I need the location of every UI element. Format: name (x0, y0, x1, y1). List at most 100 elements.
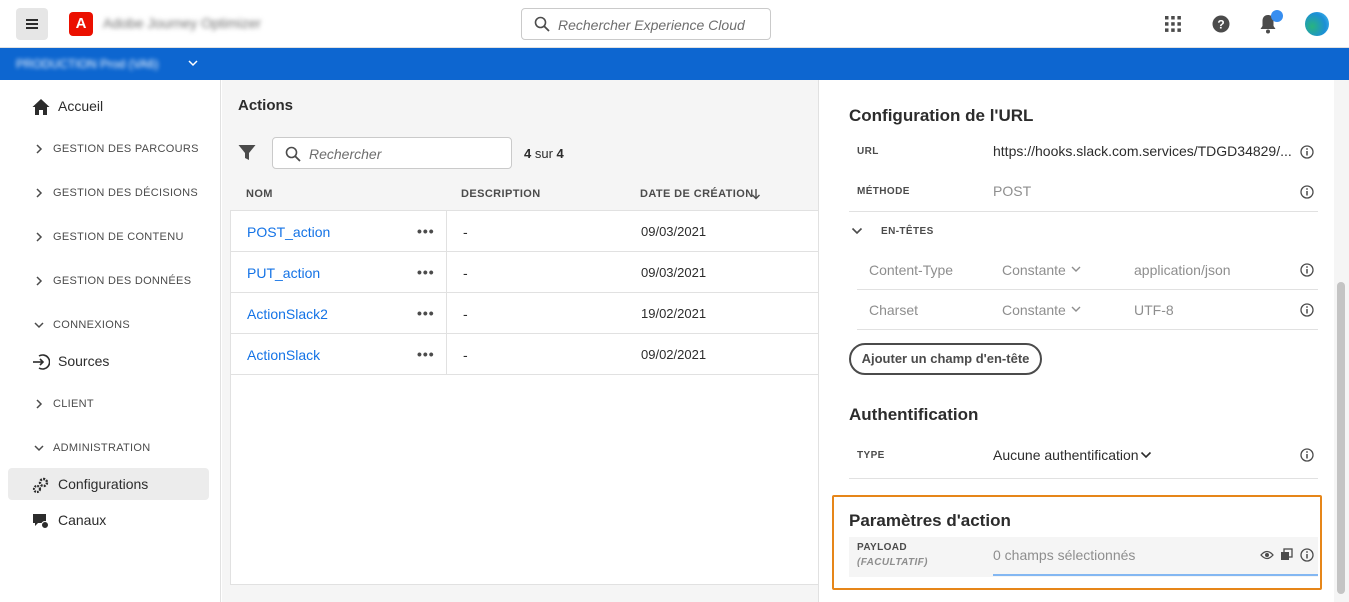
sidebar-section-label: GESTION DE CONTENU (53, 231, 184, 243)
info-icon[interactable] (1300, 448, 1314, 462)
chevron-down-icon[interactable] (1071, 264, 1081, 274)
column-header-name[interactable]: NOM (246, 188, 273, 200)
sidebar-section-customer[interactable]: CLIENT (8, 388, 209, 420)
method-label: MÉTHODE (857, 186, 910, 197)
method-field[interactable]: POST (993, 183, 1031, 199)
filter-icon[interactable] (238, 144, 256, 162)
table-row[interactable]: PUT_action ••• - 09/03/2021 (231, 252, 819, 293)
adobe-logo-icon[interactable]: A (69, 12, 93, 36)
action-created-date: 19/02/2021 (641, 306, 707, 321)
column-header-description[interactable]: DESCRIPTION (461, 188, 541, 200)
sidebar-section-content[interactable]: GESTION DE CONTENU (8, 221, 209, 253)
sandbox-switcher[interactable]: PRODUCTION Prod (VA6) (16, 57, 158, 71)
more-actions-icon[interactable]: ••• (417, 305, 435, 321)
chevron-right-icon (36, 399, 43, 409)
header-row: Charset Constante UTF-8 (857, 290, 1318, 330)
gears-icon (32, 477, 49, 494)
global-search-input[interactable]: Rechercher Experience Cloud (521, 8, 771, 40)
header-type-select[interactable]: Constante (1002, 262, 1066, 278)
header-type-select[interactable]: Constante (1002, 302, 1066, 318)
column-divider (446, 293, 447, 334)
url-config-heading: Configuration de l'URL (849, 106, 1034, 125)
panel-scrollbar-thumb[interactable] (1337, 282, 1345, 594)
action-name-link[interactable]: ActionSlack (247, 347, 320, 363)
auth-type-label: TYPE (857, 450, 885, 461)
action-description: - (463, 224, 468, 240)
actions-table: POST_action ••• - 09/03/2021 PUT_action … (230, 210, 819, 585)
add-header-button[interactable]: Ajouter un champ d'en-tête (849, 343, 1042, 375)
count-separator: sur (534, 146, 553, 161)
chevron-down-icon[interactable] (1071, 304, 1081, 314)
sources-icon (33, 354, 50, 370)
column-divider (446, 334, 447, 375)
more-actions-icon[interactable]: ••• (417, 223, 435, 239)
global-search-placeholder: Rechercher Experience Cloud (558, 17, 745, 33)
more-actions-icon[interactable]: ••• (417, 264, 435, 280)
table-row[interactable]: ActionSlack2 ••• - 19/02/2021 (231, 293, 819, 334)
chevron-right-icon (36, 144, 43, 154)
chevron-down-icon[interactable] (1140, 450, 1152, 460)
sidebar-section-label: GESTION DES DÉCISIONS (53, 187, 199, 199)
action-description: - (463, 347, 468, 363)
chevron-right-icon (36, 188, 43, 198)
headers-label[interactable]: EN-TÊTES (881, 226, 934, 237)
url-field[interactable]: https://hooks.slack.com.services/TDGD348… (993, 143, 1292, 159)
svg-text:?: ? (1217, 18, 1224, 32)
sidebar-section-label: CONNEXIONS (53, 319, 130, 331)
info-icon[interactable] (1300, 263, 1314, 277)
app-title[interactable]: Adobe Journey Optimizer (103, 15, 261, 31)
url-label: URL (857, 146, 879, 157)
sidebar-section-decisions[interactable]: GESTION DES DÉCISIONS (8, 177, 209, 209)
actions-search-input[interactable]: Rechercher (272, 137, 512, 169)
column-divider (446, 252, 447, 293)
header-row: Content-Type Constante application/json (857, 250, 1318, 290)
search-icon (534, 16, 550, 32)
action-created-date: 09/03/2021 (641, 224, 707, 239)
chevron-down-icon[interactable] (851, 226, 863, 236)
chevron-down-icon[interactable] (188, 58, 198, 68)
apps-grid-icon[interactable] (1165, 16, 1181, 32)
header-value[interactable]: application/json (1134, 262, 1231, 278)
info-icon[interactable] (1300, 145, 1314, 159)
top-bar: A Adobe Journey Optimizer Rechercher Exp… (0, 0, 1349, 48)
table-row[interactable]: POST_action ••• - 09/03/2021 (231, 211, 819, 252)
table-row[interactable]: ActionSlack ••• - 09/02/2021 (231, 334, 819, 375)
hamburger-icon (26, 23, 38, 25)
notification-badge (1271, 10, 1283, 22)
sidebar-section-data[interactable]: GESTION DES DONNÉES (8, 265, 209, 297)
count-shown: 4 (524, 146, 532, 161)
sidebar-section-label: CLIENT (53, 398, 94, 410)
action-name-link[interactable]: PUT_action (247, 265, 320, 281)
user-avatar[interactable] (1305, 12, 1329, 36)
help-icon[interactable]: ? (1212, 15, 1230, 33)
column-header-created[interactable]: DATE DE CRÉATION (640, 188, 754, 200)
authentication-heading: Authentification (849, 405, 979, 424)
info-icon[interactable] (1300, 185, 1314, 199)
header-key[interactable]: Charset (869, 302, 918, 318)
action-created-date: 09/02/2021 (641, 347, 707, 362)
sidebar-item-channels[interactable]: Canaux (8, 504, 209, 536)
sidebar-section-connections[interactable]: CONNEXIONS (8, 309, 209, 341)
sidebar-section-label: GESTION DES PARCOURS (53, 143, 199, 155)
sidebar-item-label: Canaux (58, 512, 107, 528)
header-value[interactable]: UTF-8 (1134, 302, 1174, 318)
more-actions-icon[interactable]: ••• (417, 346, 435, 362)
sort-arrow-down-icon[interactable] (751, 188, 761, 200)
channels-icon (33, 514, 49, 529)
sidebar-section-journeys[interactable]: GESTION DES PARCOURS (8, 133, 209, 165)
page-title: Actions (238, 97, 294, 114)
sidebar-section-administration[interactable]: ADMINISTRATION (8, 432, 209, 464)
divider (849, 478, 1318, 479)
header-key[interactable]: Content-Type (869, 262, 953, 278)
table-header: NOM DESCRIPTION DATE DE CRÉATION (230, 184, 818, 208)
sidebar-item-configurations[interactable]: Configurations (8, 468, 209, 500)
sidebar-item-home[interactable]: Accueil (8, 90, 209, 122)
action-name-link[interactable]: POST_action (247, 224, 330, 240)
sidebar-item-label: Accueil (58, 98, 104, 114)
info-icon[interactable] (1300, 303, 1314, 317)
action-name-link[interactable]: ActionSlack2 (247, 306, 328, 322)
hamburger-menu-button[interactable] (16, 8, 48, 40)
auth-type-select[interactable]: Aucune authentification (993, 447, 1139, 463)
sidebar-item-sources[interactable]: Sources (8, 345, 209, 377)
sidebar: Accueil GESTION DES PARCOURS GESTION DES… (0, 80, 221, 602)
